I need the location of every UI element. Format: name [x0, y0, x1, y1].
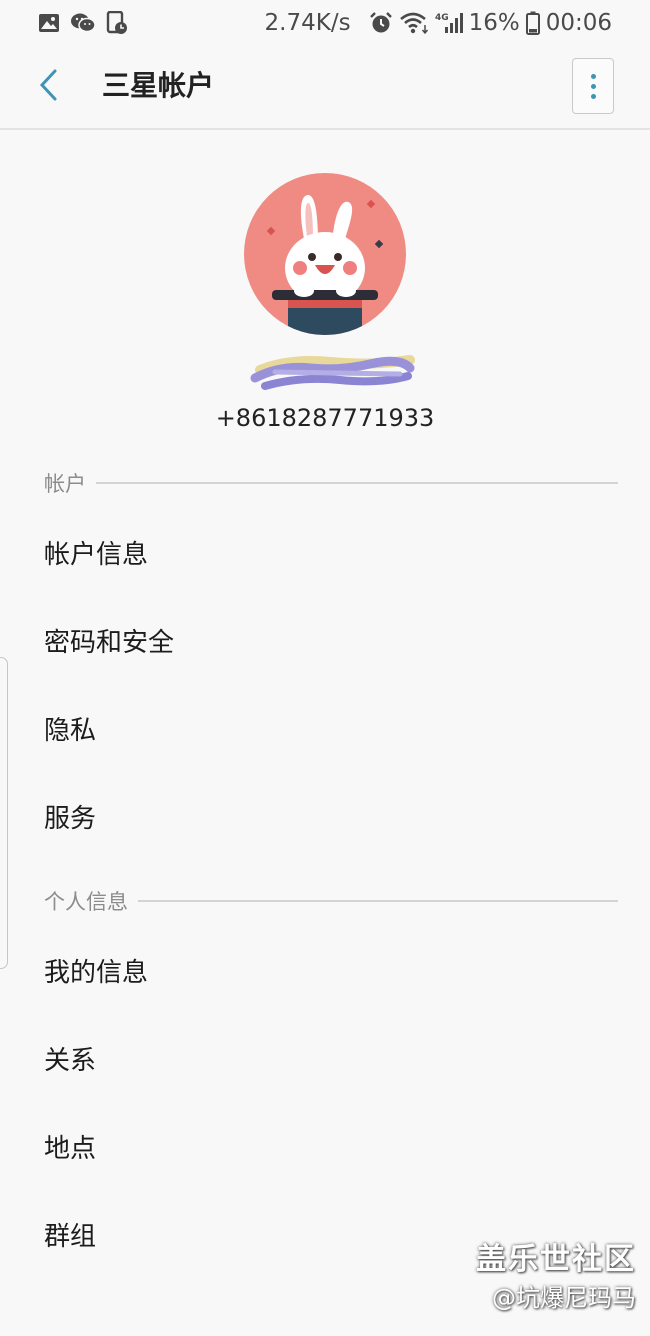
network-speed: 2.74K/s — [264, 10, 351, 36]
page-title: 三星帐户 — [102, 69, 215, 102]
list-item-label: 群组 — [44, 1221, 97, 1252]
list-item-services[interactable]: 服务 — [44, 786, 604, 846]
section-header-account: 帐户 — [44, 468, 618, 498]
avatar[interactable] — [244, 173, 406, 335]
list-item-label: 关系 — [44, 1045, 97, 1076]
wifi-icon — [399, 11, 429, 35]
status-right-icons: 2.74K/s 4G 16% 00:06 — [265, 10, 612, 36]
alarm-icon — [369, 11, 393, 35]
clock: 00:06 — [545, 10, 612, 36]
gallery-icon — [38, 13, 60, 33]
list-item-label: 服务 — [44, 803, 97, 834]
divider — [138, 900, 618, 902]
status-left-icons — [38, 11, 128, 35]
list-item-relationships[interactable]: 关系 — [44, 1028, 604, 1088]
list-item-label: 帐户信息 — [44, 539, 149, 570]
screen-record-icon — [106, 11, 128, 35]
more-options-button[interactable] — [572, 58, 614, 114]
divider — [96, 482, 618, 484]
list-item-privacy[interactable]: 隐私 — [44, 698, 604, 758]
rabbit-magic-hat-avatar — [244, 173, 406, 335]
edge-panel-handle[interactable] — [0, 657, 8, 969]
watermark-subtitle: @坑爆尼玛马 — [492, 1284, 636, 1312]
signal-icon: 4G — [435, 11, 463, 35]
section-label: 帐户 — [44, 472, 86, 496]
list-item-my-info[interactable]: 我的信息 — [44, 940, 604, 1000]
list-item-account-info[interactable]: 帐户信息 — [44, 522, 604, 582]
list-item-label: 地点 — [44, 1133, 97, 1164]
status-bar: 2.74K/s 4G 16% 00:06 — [0, 0, 650, 46]
battery-icon — [525, 11, 540, 35]
account-phone-number: +8618287771933 — [215, 404, 435, 432]
section-label: 个人信息 — [44, 890, 128, 914]
list-item-label: 密码和安全 — [44, 627, 175, 658]
back-button[interactable] — [26, 64, 72, 110]
more-vertical-icon — [590, 73, 596, 79]
list-item-places[interactable]: 地点 — [44, 1116, 604, 1176]
chevron-left-icon — [37, 68, 61, 106]
network-type: 4G — [435, 13, 449, 23]
battery-percent: 16% — [468, 10, 520, 36]
list-item-password-security[interactable]: 密码和安全 — [44, 610, 604, 670]
redacted-account-name — [250, 350, 415, 395]
list-item-label: 隐私 — [44, 715, 97, 746]
watermark: 盖乐世社区 @坑爆尼玛马 — [476, 1240, 636, 1316]
list-item-label: 我的信息 — [44, 957, 149, 988]
app-bar: 三星帐户 — [0, 46, 650, 130]
wechat-icon — [70, 12, 96, 34]
watermark-title: 盖乐世社区 — [476, 1242, 636, 1277]
section-header-personal-info: 个人信息 — [44, 886, 618, 916]
